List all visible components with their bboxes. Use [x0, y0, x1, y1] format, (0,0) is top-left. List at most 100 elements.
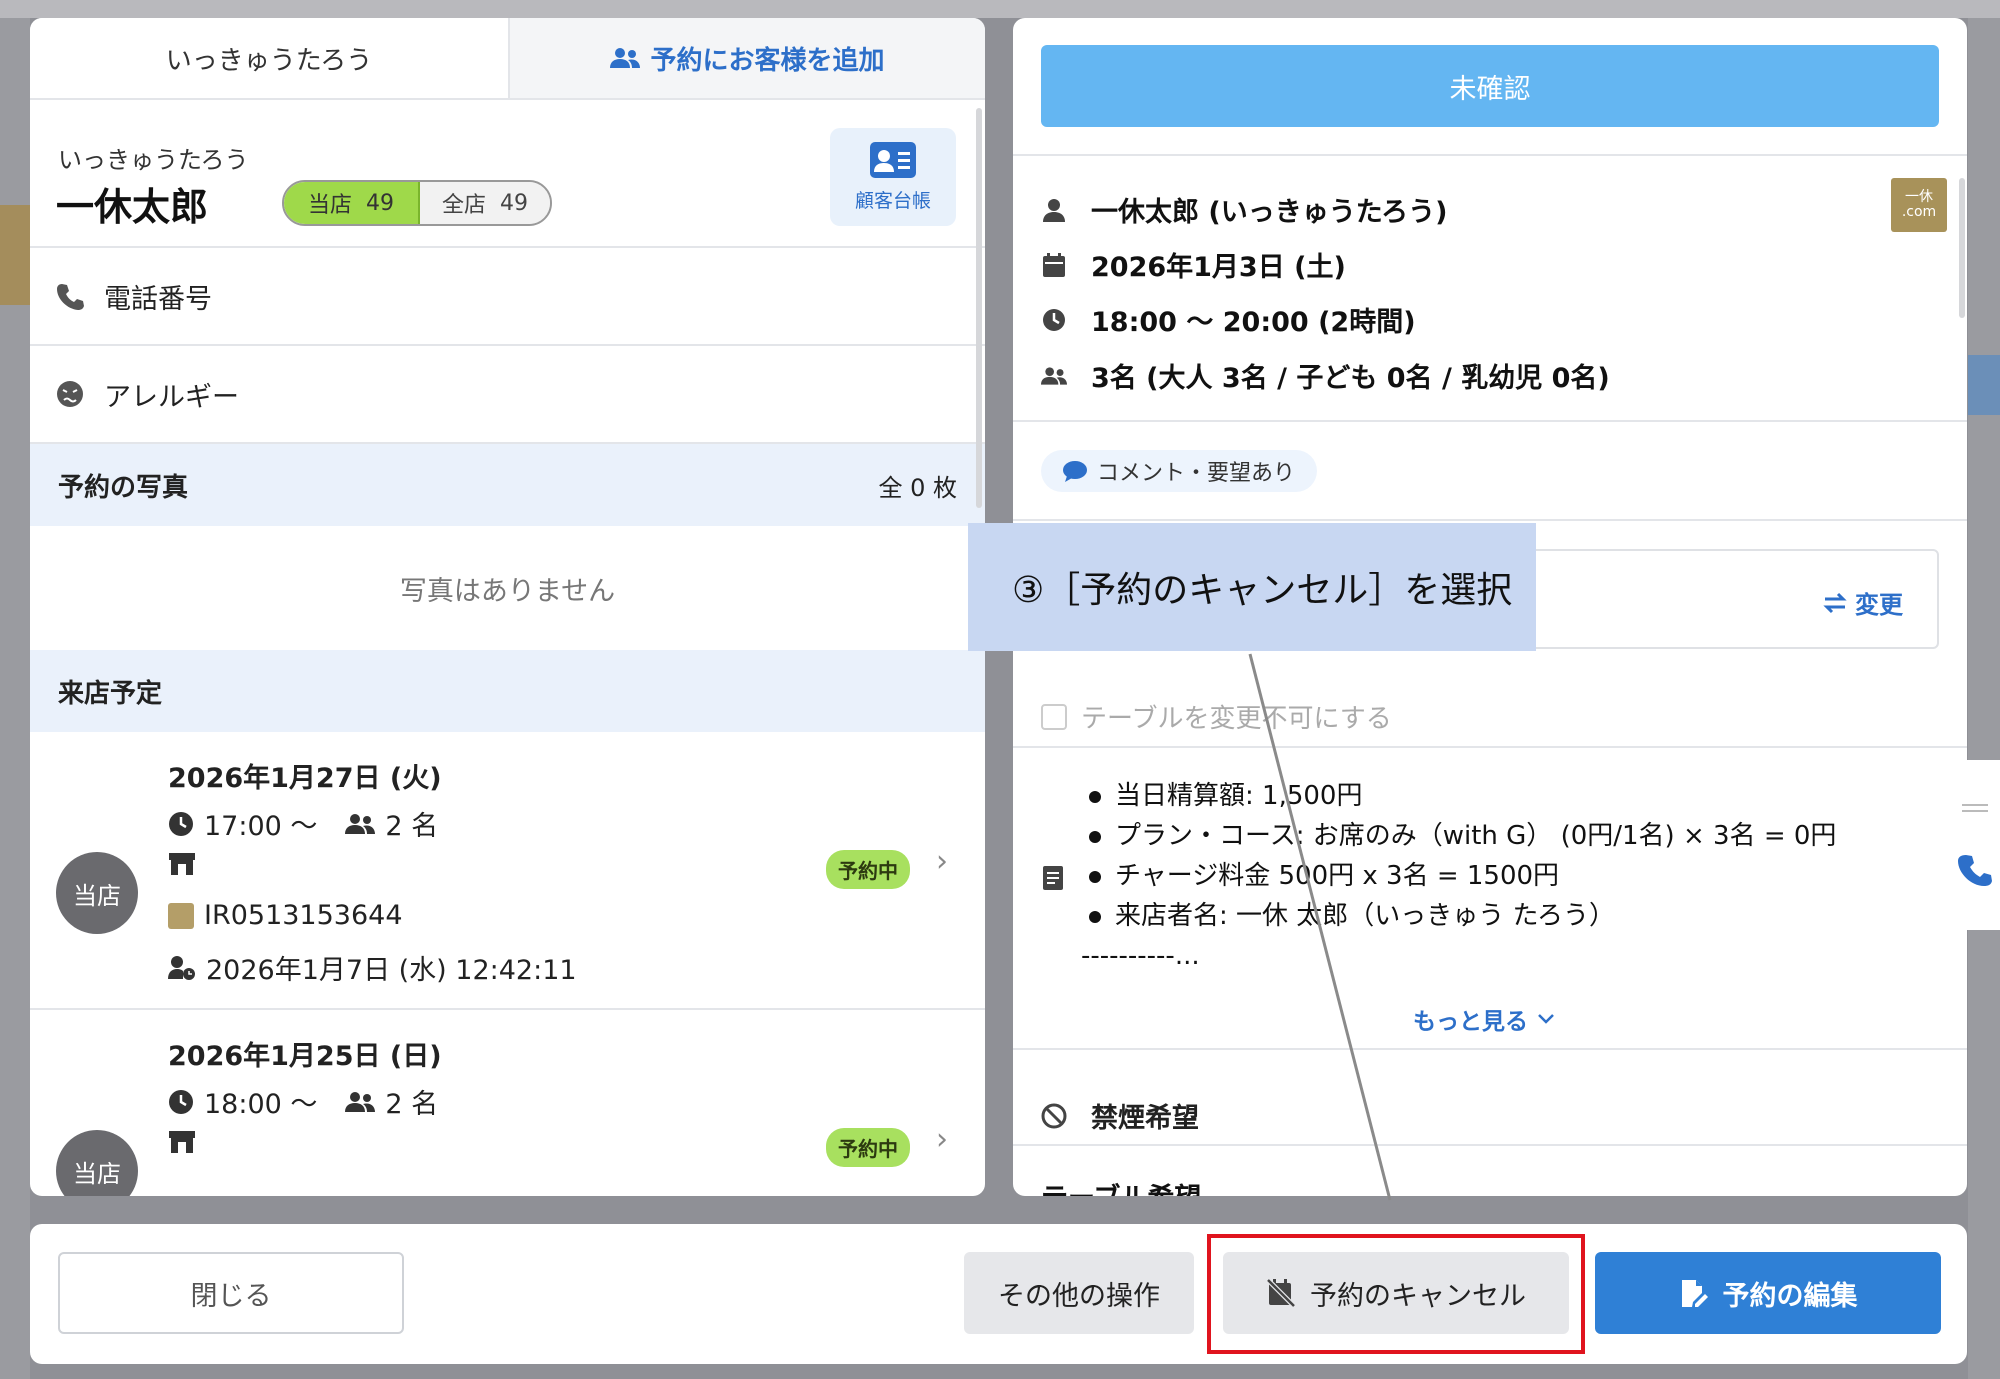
- background-app-header: [0, 0, 2000, 18]
- change-table-link[interactable]: 変更: [1823, 585, 1903, 620]
- chevron-right-icon[interactable]: ›: [936, 844, 948, 879]
- visit-store-line: [168, 1130, 196, 1154]
- customer-panel: いっきゅうたろう 予約にお客様を追加 いっきゅうたろう 一休太郎 当店 49 全…: [30, 18, 985, 1196]
- photos-count: 全 0 枚: [878, 473, 957, 502]
- chevron-right-icon[interactable]: ›: [936, 1122, 948, 1157]
- divider: [1013, 1048, 1967, 1050]
- comment-badge[interactable]: コメント・要望あり: [1041, 450, 1318, 492]
- reservation-time: 18:00 〜 20:00 (2時間): [1091, 307, 1416, 338]
- lock-table-checkbox[interactable]: [1041, 703, 1067, 730]
- visit-time: 18:00 〜: [204, 1089, 318, 1120]
- visit-ref-line: IR0513153644: [168, 900, 403, 931]
- close-label: 閉じる: [190, 1280, 272, 1312]
- party-size: 3名 (大人 3名 / 子ども 0名 / 乳幼児 0名): [1091, 363, 1610, 394]
- tab-add-customer-label: 予約にお客様を追加: [650, 45, 885, 76]
- users-icon: [1041, 366, 1067, 385]
- speech-bubble-icon: [1063, 461, 1087, 482]
- memo-line: 当日精算額: 1,500円: [1089, 776, 1836, 816]
- status-button-unconfirmed[interactable]: 未確認: [1041, 45, 1939, 127]
- visit-people: 2 名: [385, 811, 439, 842]
- tab-customer-label: いっきゅうたろう: [165, 45, 373, 76]
- action-footer: 閉じる その他の操作 予約のキャンセル 予約の編集: [30, 1224, 1967, 1364]
- customer-ledger-button[interactable]: 顧客台帳: [830, 128, 956, 226]
- swap-arrows-icon: [1823, 592, 1847, 613]
- photos-title: 予約の写真: [58, 472, 189, 503]
- right-scrollbar[interactable]: [1959, 178, 1965, 318]
- lock-table-row[interactable]: テーブルを変更不可にする: [1041, 698, 1392, 735]
- visit-ref: IR0513153644: [204, 900, 403, 931]
- left-scrollbar[interactable]: [976, 108, 982, 508]
- brand-line1: 一休: [1905, 188, 1933, 205]
- memo-icon: [1043, 866, 1063, 890]
- memo-line: チャージ料金 500円 x 3名 = 1500円: [1089, 856, 1836, 896]
- visit-item[interactable]: 2026年1月25日 (日) 18:00 〜 2 名 当店 予約中 ›: [30, 1010, 985, 1196]
- edit-reservation-button[interactable]: 予約の編集: [1595, 1252, 1941, 1334]
- divider: [1013, 154, 1967, 156]
- visit-time: 17:00 〜: [204, 811, 318, 842]
- visit-item[interactable]: 2026年1月27日 (火) 17:00 〜 2 名 IR0513153644 …: [30, 732, 985, 1010]
- customer-ledger-label: 顧客台帳: [854, 189, 931, 212]
- guest-name: 一休太郎 (いっきゅうたろう): [1091, 197, 1448, 228]
- ikyu-com-logo: 一休 .com: [1891, 178, 1947, 232]
- drag-handle-icon[interactable]: [1962, 804, 1988, 812]
- comment-label: コメント・要望あり: [1097, 461, 1296, 486]
- memo-line: ----------...: [1081, 941, 1200, 971]
- divider: [1013, 420, 1967, 422]
- instruction-callout: ③［予約のキャンセル］を選択: [968, 523, 1536, 651]
- id-card-icon: [870, 141, 916, 178]
- clock-icon: [169, 811, 193, 836]
- memo-line: 来店者名: 一休 太郎（いっきゅう たろう）: [1089, 896, 1836, 936]
- memo-line: プラン・コース: お席のみ（with G） (0円/1名) × 3名 = 0円: [1089, 816, 1836, 856]
- divider: [1013, 1144, 1967, 1146]
- clock-icon: [1043, 308, 1065, 331]
- visits-title: 来店予定: [58, 678, 163, 709]
- visit-created: 2026年1月7日 (水) 12:42:11: [206, 955, 577, 986]
- guest-line: 一休太郎 (いっきゅうたろう): [1041, 190, 1447, 229]
- all-count-label: 全店: [442, 193, 487, 218]
- store-count-label: 当店: [308, 193, 353, 218]
- visit-avatar: 当店: [56, 1130, 138, 1196]
- side-call-tab[interactable]: [1950, 760, 2000, 930]
- smoking-row: 禁煙希望: [1041, 1096, 1199, 1135]
- visit-counts: 当店 49 全店 49: [282, 180, 553, 226]
- tab-customer[interactable]: いっきゅうたろう: [30, 18, 508, 98]
- reservation-memo: 当日精算額: 1,500円 プラン・コース: お席のみ（with G） (0円/…: [1081, 776, 1836, 976]
- clock-icon: [169, 1089, 193, 1114]
- brand-line2: .com: [1901, 204, 1937, 220]
- visit-date: 2026年1月25日 (日): [168, 1041, 442, 1072]
- divider: [1013, 519, 1967, 521]
- calendar-icon: [1043, 252, 1065, 277]
- customer-header: いっきゅうたろう 一休太郎 当店 49 全店 49 顧客台帳: [30, 100, 985, 248]
- visit-store-line: [168, 852, 196, 876]
- users-icon: [610, 48, 641, 68]
- visit-status-badge: 予約中: [826, 1128, 910, 1167]
- other-actions-label: その他の操作: [998, 1280, 1160, 1312]
- phone-ringing-icon: [1958, 855, 1992, 886]
- close-button[interactable]: 閉じる: [58, 1252, 404, 1334]
- visit-avatar: 当店: [56, 852, 138, 934]
- phone-icon: [57, 284, 84, 310]
- highlight-box: [1207, 1234, 1585, 1354]
- customer-kana: いっきゅうたろう: [58, 146, 249, 174]
- visit-date: 2026年1月27日 (火): [168, 763, 442, 794]
- phone-row[interactable]: 電話番号: [30, 248, 985, 346]
- photos-section-header: 予約の写真 全 0 枚: [30, 444, 985, 526]
- allergy-row[interactable]: アレルギー: [30, 346, 985, 444]
- users-icon: [345, 813, 376, 834]
- customer-name: 一休太郎: [56, 185, 209, 229]
- change-label: 変更: [1855, 591, 1903, 619]
- tab-add-customer[interactable]: 予約にお客様を追加: [508, 18, 985, 98]
- ikyu-brand-icon: [168, 902, 194, 929]
- edit-document-icon: [1681, 1280, 1708, 1307]
- photos-empty-text: 写真はありません: [399, 575, 616, 607]
- show-more-link[interactable]: もっと見る: [1413, 1002, 1554, 1036]
- other-actions-button[interactable]: その他の操作: [964, 1252, 1194, 1334]
- allergy-label: アレルギー: [104, 381, 239, 413]
- visit-created-line: 2026年1月7日 (水) 12:42:11: [168, 948, 577, 987]
- show-more-label: もっと見る: [1413, 1009, 1528, 1035]
- all-count-value: 49: [500, 190, 529, 216]
- photos-empty-state: 写真はありません: [30, 526, 985, 650]
- users-icon: [345, 1091, 376, 1112]
- visit-time-line: 18:00 〜 2 名: [168, 1082, 438, 1121]
- reservation-date: 2026年1月3日 (土): [1091, 252, 1346, 283]
